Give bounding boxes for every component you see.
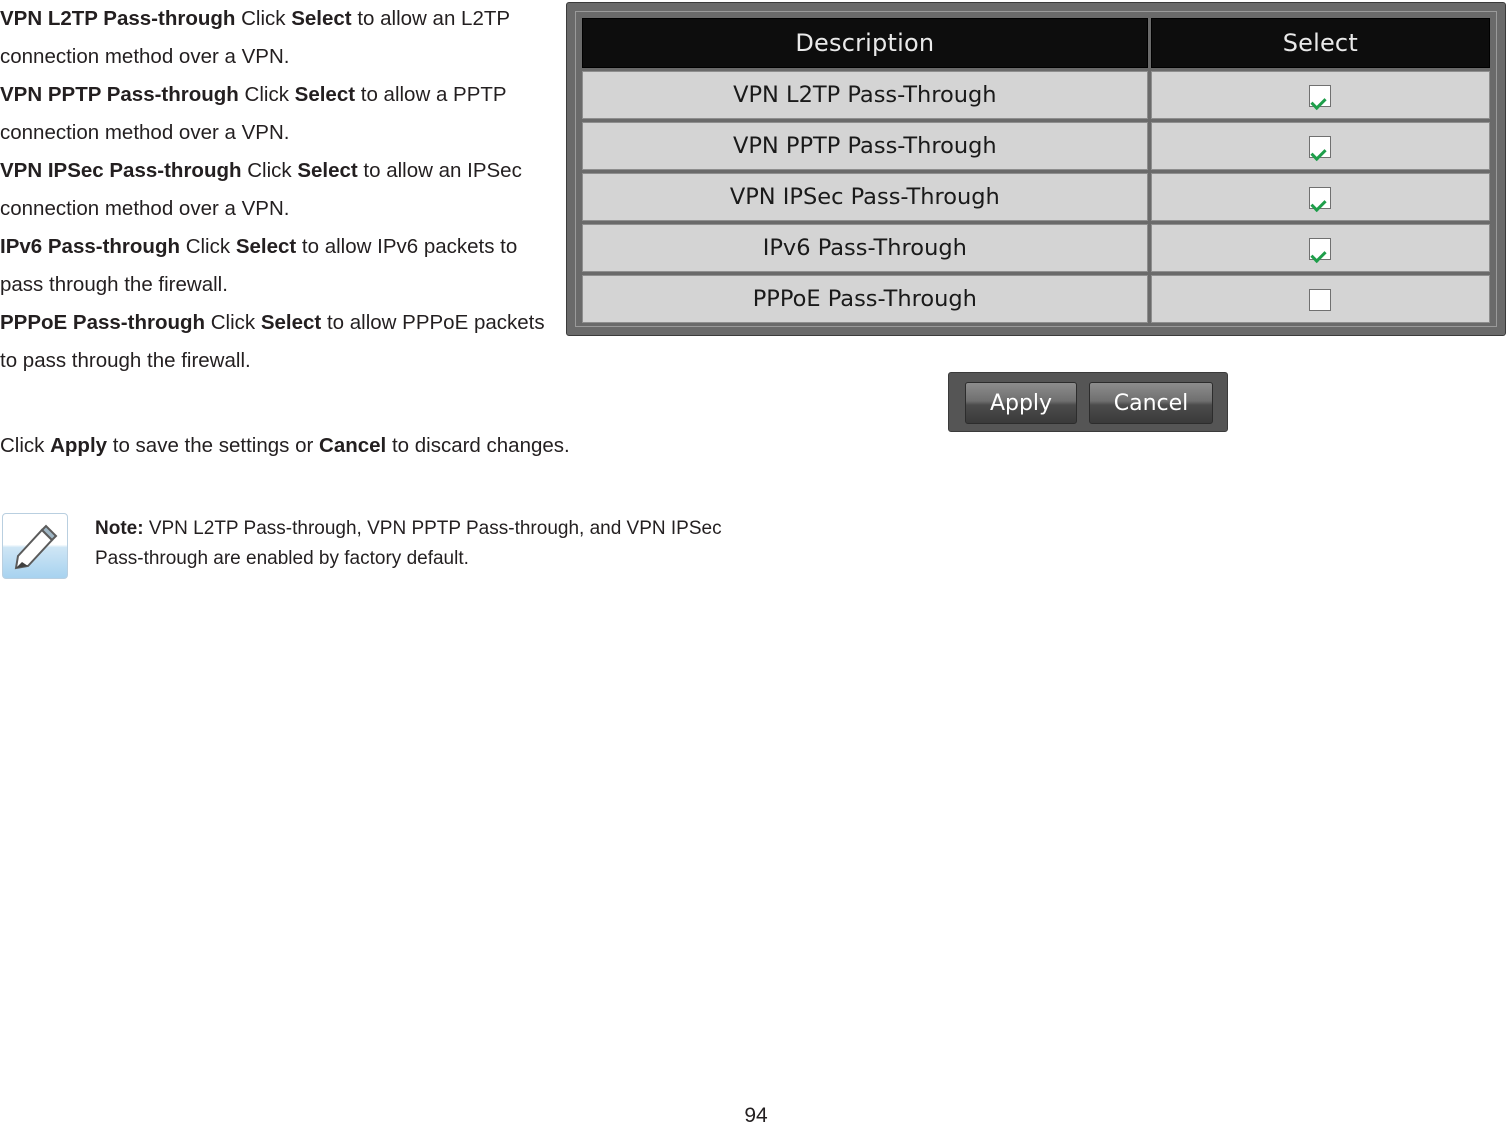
paragraph-vpn-l2tp: VPN L2TP Pass-through Click Select to al… bbox=[0, 0, 545, 76]
column-header-description: Description bbox=[582, 18, 1148, 68]
cancel-button[interactable]: Cancel bbox=[1089, 382, 1213, 424]
row-select-pppoe[interactable] bbox=[1150, 275, 1490, 323]
note-text: Note: VPN L2TP Pass-through, VPN PPTP Pa… bbox=[95, 514, 755, 574]
text-mid-0: Click bbox=[235, 7, 292, 30]
row-description-pppoe: PPPoE Pass-Through bbox=[582, 275, 1148, 323]
term-ipv6: IPv6 Pass-through bbox=[0, 235, 180, 258]
action-select-2: Select bbox=[297, 159, 358, 182]
checkbox-vpn-ipsec[interactable] bbox=[1309, 186, 1332, 209]
row-description-vpn-l2tp: VPN L2TP Pass-Through bbox=[582, 71, 1148, 119]
action-select-0: Select bbox=[291, 7, 352, 30]
text-mid-2: Click bbox=[241, 159, 298, 182]
row-description-ipv6: IPv6 Pass-Through bbox=[582, 224, 1148, 272]
screenshot-button-bar: Apply Cancel bbox=[948, 372, 1228, 432]
paragraph-ipv6: IPv6 Pass-through Click Select to allow … bbox=[0, 228, 545, 304]
passthrough-table: Description Select VPN L2TP Pass-Through… bbox=[579, 15, 1493, 326]
page-number: 94 bbox=[744, 1104, 768, 1127]
paragraph-pppoe: PPPoE Pass-through Click Select to allow… bbox=[0, 304, 545, 380]
paragraph-vpn-ipsec: VPN IPSec Pass-through Click Select to a… bbox=[0, 152, 545, 228]
table-row: IPv6 Pass-Through bbox=[582, 224, 1490, 272]
term-pppoe: PPPoE Pass-through bbox=[0, 311, 206, 334]
table-row: VPN IPSec Pass-Through bbox=[582, 173, 1490, 221]
router-settings-screenshot: Description Select VPN L2TP Pass-Through… bbox=[566, 2, 1506, 336]
row-select-vpn-l2tp[interactable] bbox=[1150, 71, 1490, 119]
term-vpn-pptp: VPN PPTP Pass-through bbox=[0, 83, 239, 106]
action-select-3: Select bbox=[235, 235, 297, 258]
checkbox-vpn-pptp[interactable] bbox=[1309, 135, 1332, 158]
checkbox-ipv6[interactable] bbox=[1309, 237, 1332, 260]
paragraph-vpn-pptp: VPN PPTP Pass-through Click Select to al… bbox=[0, 76, 545, 152]
apply-line-post: to discard changes. bbox=[386, 434, 570, 457]
note-pencil-icon bbox=[2, 513, 68, 579]
action-select-4: Select bbox=[260, 311, 322, 334]
term-vpn-l2tp: VPN L2TP Pass-through bbox=[0, 7, 236, 30]
apply-line-mid: to save the settings or bbox=[107, 434, 320, 457]
table-row: PPPoE Pass-Through bbox=[582, 275, 1490, 323]
row-select-ipv6[interactable] bbox=[1150, 224, 1490, 272]
text-mid-4: Click bbox=[205, 311, 261, 334]
screenshot-inner-frame: Description Select VPN L2TP Pass-Through… bbox=[575, 11, 1497, 327]
apply-line-apply: Apply bbox=[50, 434, 108, 457]
row-select-vpn-pptp[interactable] bbox=[1150, 122, 1490, 170]
column-header-select: Select bbox=[1150, 18, 1490, 68]
term-vpn-ipsec: VPN IPSec Pass-through bbox=[0, 159, 242, 182]
note-label: Note: bbox=[95, 518, 144, 539]
apply-cancel-instruction: Click Apply to save the settings or Canc… bbox=[0, 432, 570, 460]
row-description-vpn-ipsec: VPN IPSec Pass-Through bbox=[582, 173, 1148, 221]
checkbox-vpn-l2tp[interactable] bbox=[1309, 84, 1332, 107]
table-header-row: Description Select bbox=[582, 18, 1490, 68]
text-mid-1: Click bbox=[238, 83, 295, 106]
text-mid-3: Click bbox=[180, 235, 236, 258]
table-row: VPN PPTP Pass-Through bbox=[582, 122, 1490, 170]
checkbox-pppoe[interactable] bbox=[1309, 288, 1332, 311]
body-text-column: VPN L2TP Pass-through Click Select to al… bbox=[0, 0, 545, 380]
apply-line-pre: Click bbox=[0, 434, 51, 457]
row-select-vpn-ipsec[interactable] bbox=[1150, 173, 1490, 221]
row-description-vpn-pptp: VPN PPTP Pass-Through bbox=[582, 122, 1148, 170]
apply-button[interactable]: Apply bbox=[965, 382, 1077, 424]
note-body: VPN L2TP Pass-through, VPN PPTP Pass-thr… bbox=[95, 518, 722, 569]
action-select-1: Select bbox=[294, 83, 356, 106]
table-row: VPN L2TP Pass-Through bbox=[582, 71, 1490, 119]
apply-line-cancel: Cancel bbox=[319, 434, 387, 457]
